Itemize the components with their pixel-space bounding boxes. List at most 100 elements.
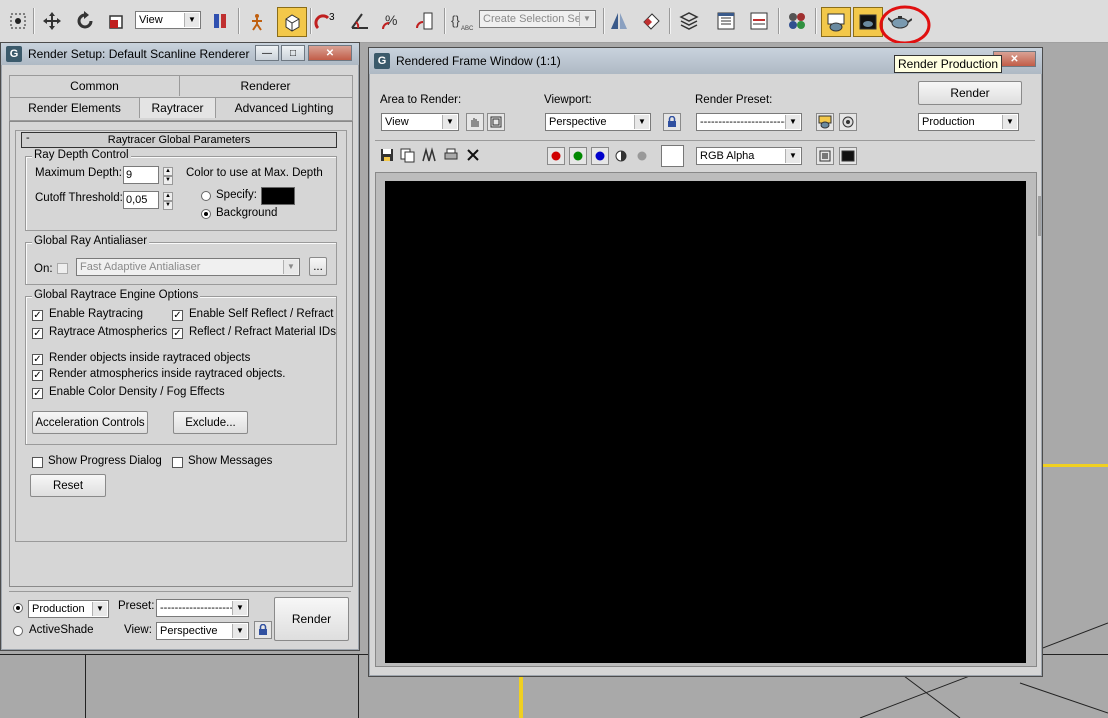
activeshade-radio[interactable] — [13, 626, 23, 636]
close-button[interactable]: ✕ — [308, 45, 352, 61]
curve-editor-icon[interactable] — [747, 9, 771, 33]
clone-window-icon[interactable] — [421, 147, 439, 163]
enable-self-reflect-checkbox[interactable]: ✓ — [172, 310, 183, 321]
production-radio[interactable] — [13, 603, 23, 613]
minimize-button[interactable]: — — [255, 45, 279, 61]
snaps-3-icon[interactable]: 3 — [314, 9, 338, 33]
production-mode-dropdown[interactable]: Production ▼ — [918, 113, 1019, 131]
rendered-image[interactable] — [385, 181, 1026, 663]
svg-text:ABC: ABC — [461, 26, 474, 32]
tab-renderer[interactable]: Renderer — [180, 76, 351, 96]
area-to-render-dropdown[interactable]: View ▼ — [381, 113, 459, 131]
toggle-ui-icon[interactable] — [839, 147, 857, 165]
enable-color-density-checkbox[interactable]: ✓ — [32, 388, 43, 399]
show-messages-label: Show Messages — [188, 455, 273, 467]
enable-color-density-label: Enable Color Density / Fog Effects — [49, 386, 225, 398]
render-setup-small-icon[interactable] — [816, 113, 834, 131]
align-icon[interactable] — [639, 9, 663, 33]
rotate-icon[interactable] — [73, 9, 97, 33]
spinner-snap-icon[interactable] — [413, 9, 437, 33]
red-channel-icon[interactable] — [547, 147, 565, 165]
rollout-header[interactable]: - Raytracer Global Parameters — [21, 132, 337, 148]
tab-advanced-lighting[interactable]: Advanced Lighting — [216, 98, 352, 118]
save-image-icon[interactable] — [379, 147, 395, 163]
antialiaser-more-button[interactable]: ... — [309, 257, 327, 276]
view-label: View: — [124, 624, 152, 636]
reflect-refract-ids-checkbox[interactable]: ✓ — [172, 328, 183, 339]
display-channel-dropdown[interactable]: RGB Alpha ▼ — [696, 147, 802, 165]
move-icon[interactable] — [40, 9, 64, 33]
green-channel-icon[interactable] — [569, 147, 587, 165]
material-editor-icon[interactable] — [785, 9, 809, 33]
blue-channel-icon[interactable] — [591, 147, 609, 165]
view-dropdown[interactable]: View ▼ — [135, 11, 201, 29]
view-dropdown-footer[interactable]: Perspective ▼ — [156, 622, 249, 640]
raytrace-atmospherics-checkbox[interactable]: ✓ — [32, 328, 43, 339]
edit-named-selection-icon[interactable]: {} ABC — [450, 9, 474, 33]
scale-icon[interactable] — [105, 9, 129, 33]
selection-set-dropdown[interactable]: Create Selection Set ▼ — [479, 10, 596, 28]
max-depth-input[interactable]: 9 — [123, 166, 159, 184]
acceleration-controls-button[interactable]: Acceleration Controls — [32, 411, 148, 434]
lock-viewport-icon[interactable] — [663, 113, 681, 131]
engine-options-title: Global Raytrace Engine Options — [32, 289, 201, 301]
background-label: Background — [216, 207, 278, 219]
cutoff-threshold-input[interactable]: 0,05 — [123, 191, 159, 209]
render-preset-dropdown[interactable]: ------------------------- ▼ — [696, 113, 802, 131]
render-setup-titlebar[interactable]: G Render Setup: Default Scanline Rendere… — [1, 43, 359, 65]
cutoff-threshold-spinner[interactable]: ▲ ▼ — [163, 192, 173, 210]
render-setup-icon[interactable] — [821, 7, 851, 37]
tab-common[interactable]: Common — [10, 76, 180, 96]
viewport-dropdown[interactable]: Perspective ▼ — [545, 113, 651, 131]
production-dropdown[interactable]: Production ▼ — [28, 600, 109, 618]
background-radio[interactable] — [201, 209, 211, 219]
alpha-channel-icon[interactable] — [615, 150, 627, 162]
reset-button[interactable]: Reset — [30, 474, 106, 497]
render-button[interactable]: Render — [274, 597, 349, 641]
clear-image-icon[interactable] — [465, 147, 481, 163]
render-objects-inside-label: Render objects inside raytraced objects — [49, 352, 251, 364]
antialiaser-on-label: On: — [34, 263, 53, 275]
tab-render-elements[interactable]: Render Elements — [10, 98, 140, 118]
graphite-ribbon-icon[interactable] — [714, 9, 738, 33]
percent-snap-icon[interactable]: % — [380, 9, 404, 33]
select-region-icon[interactable] — [6, 9, 30, 33]
monochrome-icon[interactable] — [637, 151, 647, 161]
render-display-frame — [375, 172, 1037, 667]
print-image-icon[interactable] — [443, 147, 459, 163]
keyboard-shortcut-override-icon[interactable] — [277, 7, 307, 37]
render-setup-window: G Render Setup: Default Scanline Rendere… — [0, 42, 360, 651]
mirror-icon[interactable] — [607, 9, 631, 33]
show-messages-checkbox[interactable] — [172, 457, 183, 468]
layer-manager-icon[interactable] — [677, 9, 701, 33]
pivot-icon[interactable] — [208, 9, 232, 33]
antialiaser-dropdown[interactable]: Fast Adaptive Antialiaser ▼ — [76, 258, 300, 276]
max-depth-spinner[interactable]: ▲ ▼ — [163, 167, 173, 185]
environment-effects-icon[interactable] — [839, 113, 857, 131]
antialiaser-on-checkbox[interactable] — [57, 263, 68, 274]
enable-raytracing-checkbox[interactable]: ✓ — [32, 310, 43, 321]
max-depth-color-swatch[interactable] — [261, 187, 295, 205]
lock-view-icon[interactable] — [254, 621, 272, 639]
angle-snap-icon[interactable] — [348, 9, 372, 33]
toggle-ui-overlay-icon[interactable] — [816, 147, 834, 165]
clear-color-swatch[interactable] — [661, 145, 684, 167]
preset-dropdown[interactable]: -------------------- ▼ — [156, 599, 249, 617]
specify-radio[interactable] — [201, 191, 211, 201]
render-objects-inside-checkbox[interactable]: ✓ — [32, 354, 43, 365]
window-resize-handle[interactable] — [1038, 196, 1041, 236]
auto-region-icon[interactable] — [487, 113, 505, 131]
frame-render-button[interactable]: Render — [918, 81, 1022, 105]
edit-region-icon[interactable] — [466, 113, 484, 131]
grid-line — [358, 654, 359, 718]
max-depth-label: Maximum Depth: — [35, 167, 122, 179]
maximize-button[interactable]: □ — [281, 45, 305, 61]
tab-raytracer[interactable]: Raytracer — [140, 98, 216, 118]
show-progress-checkbox[interactable] — [32, 457, 43, 468]
exclude-button[interactable]: Exclude... — [173, 411, 248, 434]
select-manipulate-icon[interactable] — [245, 9, 269, 33]
render-atmospherics-inside-checkbox[interactable]: ✓ — [32, 370, 43, 381]
engine-options-group: Global Raytrace Engine Options ✓ Enable … — [25, 289, 337, 445]
copy-image-icon[interactable] — [400, 147, 416, 163]
area-to-render-label: Area to Render: — [380, 94, 462, 106]
